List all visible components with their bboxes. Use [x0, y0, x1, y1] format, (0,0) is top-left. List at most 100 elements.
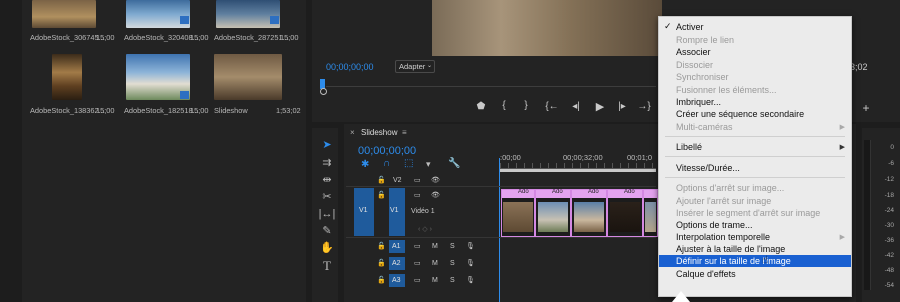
menu-item-fusionner[interactable]: Fusionner les éléments... — [676, 85, 777, 95]
mark-in-icon[interactable]: { — [496, 100, 512, 111]
hand-tool-icon[interactable]: ✋ — [318, 240, 336, 256]
marker-icon[interactable]: ⬟ — [473, 101, 489, 112]
meter-scale-label: 0 — [890, 144, 894, 151]
timeline-tab[interactable]: Slideshow — [361, 128, 397, 137]
microphone-icon[interactable]: 🎙 — [466, 276, 475, 284]
track-label-a2: A2 — [392, 260, 401, 267]
clip-name: AdobeStock_287251... — [214, 33, 289, 42]
microphone-icon[interactable]: 🎙 — [466, 242, 475, 250]
menu-item-inserer-segment[interactable]: Insérer le segment d'arrêt sur image — [676, 208, 820, 218]
lock-icon[interactable]: 🔓 — [377, 276, 386, 284]
timeline-timecode[interactable]: 00;00;00;00 — [358, 145, 416, 157]
play-icon[interactable]: ▶ — [592, 100, 608, 113]
meter-scale-label: -42 — [884, 252, 894, 259]
clip-thumbnail[interactable] — [32, 0, 96, 28]
submenu-arrow-icon: ▶ — [839, 144, 845, 151]
step-forward-icon[interactable]: |▸ — [614, 101, 630, 112]
pen-tool-icon[interactable]: ✎ — [318, 223, 336, 239]
go-to-out-icon[interactable]: →} — [636, 101, 652, 112]
meter-scale-label: -24 — [884, 207, 894, 214]
step-back-icon[interactable]: ◂| — [568, 101, 584, 112]
mark-out-icon[interactable]: } — [518, 100, 534, 111]
mute-button[interactable]: M — [432, 243, 438, 250]
submenu-arrow-icon: ▶ — [839, 124, 845, 131]
sync-lock-icon[interactable]: ▭ — [414, 191, 421, 199]
menu-item-calque-effets[interactable]: Calque d'effets — [676, 269, 736, 279]
clip-name: AdobeStock_320408... — [124, 33, 199, 42]
menu-item-libelle[interactable]: Libellé — [676, 142, 702, 152]
menu-item-rompre-le-lien[interactable]: Rompre le lien — [676, 35, 734, 45]
solo-button[interactable]: S — [450, 243, 455, 250]
selection-tool-icon[interactable]: ➤ — [318, 137, 336, 153]
menu-item-associer[interactable]: Associer — [676, 47, 711, 57]
tab-menu-icon[interactable]: ≡ — [402, 128, 407, 137]
close-tab-icon[interactable]: × — [350, 128, 355, 137]
eye-icon[interactable]: 👁 — [431, 191, 440, 199]
lock-icon[interactable]: 🔓 — [377, 191, 386, 199]
lock-icon[interactable]: 🔓 — [377, 176, 386, 184]
sync-lock-icon[interactable]: ▭ — [414, 176, 421, 184]
work-area-bar[interactable] — [500, 169, 656, 172]
track-name-v1: Vidéo 1 — [411, 208, 435, 215]
keyframe-nav-icon[interactable]: ‹ ◇ › — [418, 225, 432, 233]
timeline-clip[interactable] — [643, 189, 658, 237]
lock-icon[interactable]: 🔓 — [377, 259, 386, 267]
clip-label: Ado — [588, 189, 599, 195]
menu-item-definir-taille[interactable]: Définir sur la taille de l'image — [659, 255, 851, 267]
menu-item-multi-cameras[interactable]: Multi-caméras — [676, 122, 733, 132]
meter-scale-label: -36 — [884, 237, 894, 244]
menu-item-interpolation[interactable]: Interpolation temporelle — [676, 232, 770, 242]
timeline-clip[interactable] — [571, 189, 607, 237]
ripple-edit-tool-icon[interactable]: ⇹ — [318, 172, 336, 188]
menu-item-synchroniser[interactable]: Synchroniser — [676, 72, 729, 82]
clip-label: Ado — [552, 189, 563, 195]
menu-item-options-arret[interactable]: Options d'arrêt sur image... — [676, 183, 784, 193]
ruler-tick-label: 00;01;0 — [627, 153, 653, 162]
sequence-thumbnail[interactable] — [214, 54, 282, 100]
marker-flag-icon[interactable]: ▾ — [426, 159, 431, 170]
mute-button[interactable]: M — [432, 260, 438, 267]
track-label-v2[interactable]: V2 — [393, 177, 402, 184]
clip-name: AdobeStock_306745... — [30, 33, 105, 42]
menu-item-options-trame[interactable]: Options de trame... — [676, 220, 753, 230]
eye-icon[interactable]: 👁 — [431, 176, 440, 184]
add-button-icon[interactable]: + — [858, 101, 874, 115]
source-patch-label: V1 — [359, 207, 368, 214]
solo-button[interactable]: S — [450, 260, 455, 267]
track-select-tool-icon[interactable]: ⇉ — [318, 155, 336, 171]
timeline-playhead[interactable] — [499, 158, 500, 302]
menu-item-ajouter-arret[interactable]: Ajouter l'arrêt sur image — [676, 196, 771, 206]
microphone-icon[interactable]: 🎙 — [466, 259, 475, 267]
sync-lock-icon[interactable]: ▭ — [414, 259, 421, 267]
program-ruler[interactable] — [326, 86, 656, 87]
menu-item-ajuster-taille[interactable]: Ajuster à la taille de l'image — [676, 244, 785, 254]
clip-thumbnail[interactable] — [52, 54, 82, 100]
snap-icon[interactable]: ✱ — [361, 159, 369, 170]
menu-item-sequence-secondaire[interactable]: Créer une séquence secondaire — [676, 109, 804, 119]
timeline-clip[interactable] — [501, 189, 535, 237]
solo-button[interactable]: S — [450, 277, 455, 284]
razor-tool-icon[interactable]: ✂ — [318, 189, 336, 205]
mute-button[interactable]: M — [432, 277, 438, 284]
linked-selection-icon[interactable]: ∩ — [383, 158, 390, 169]
slip-tool-icon[interactable]: |↔| — [318, 206, 336, 222]
go-to-in-icon[interactable]: {← — [544, 101, 560, 112]
clip-frame — [574, 202, 604, 232]
menu-item-activer[interactable]: Activer — [676, 22, 704, 32]
clip-badge-icon — [180, 16, 189, 24]
timeline-clip[interactable] — [607, 189, 643, 237]
add-marker-icon[interactable]: ⬚ — [404, 158, 413, 169]
timeline-clip[interactable] — [535, 189, 571, 237]
lock-icon[interactable]: 🔓 — [377, 242, 386, 250]
menu-item-imbriquer[interactable]: Imbriquer... — [676, 97, 721, 107]
menu-item-dissocier[interactable]: Dissocier — [676, 60, 713, 70]
program-timecode[interactable]: 00;00;00;00 — [326, 62, 374, 72]
sync-lock-icon[interactable]: ▭ — [414, 276, 421, 284]
sequence-duration: 1;53;02 — [276, 106, 301, 115]
menu-item-vitesse-duree[interactable]: Vitesse/Durée... — [676, 163, 740, 173]
fit-dropdown[interactable]: Adapter ⌄ — [395, 60, 435, 73]
sync-lock-icon[interactable]: ▭ — [414, 242, 421, 250]
clip-context-menu: ✓ Activer Rompre le lien Associer Dissoc… — [658, 16, 852, 297]
wrench-icon[interactable]: 🔧 — [448, 158, 460, 169]
type-tool-icon[interactable]: T — [318, 258, 336, 274]
